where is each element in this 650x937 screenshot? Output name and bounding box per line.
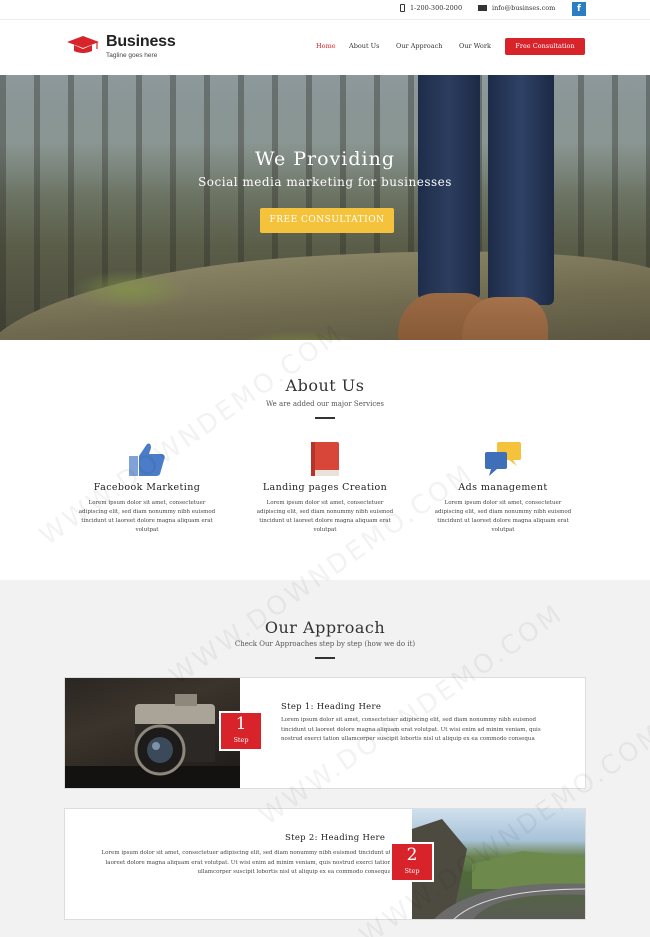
step-description: Lorem ipsum dolor sit amet, consectetuer… — [281, 717, 541, 742]
feature-ads-management: Ads management Lorem ipsum dolor sit ame… — [418, 440, 588, 535]
about-section: About Us We are added our major Services… — [0, 340, 650, 580]
chat-bubbles-icon — [485, 442, 521, 476]
email-contact[interactable]: info@businses.com — [478, 4, 555, 12]
site-header: Business Tagline goes here Home About Us… — [0, 19, 650, 75]
step-description: Lorem ipsum dolor sit amet, consectetuer… — [101, 850, 391, 875]
nav-our-approach[interactable]: Our Approach — [396, 42, 442, 50]
approach-subtitle: Check Our Approaches step by step (how w… — [234, 640, 416, 648]
top-contact-bar: 1-200-300-2000 info@businses.com f — [0, 0, 650, 19]
step-title: Step 2: Heading Here — [285, 833, 386, 843]
feature-title: Ads management — [458, 482, 548, 493]
phone-number: 1-200-300-2000 — [410, 4, 463, 12]
nav-our-work[interactable]: Our Work — [459, 42, 491, 50]
step-card-2: Step 2: Heading Here Lorem ipsum dolor s… — [64, 808, 586, 920]
hero-consultation-button[interactable]: FREE CONSULTATION — [260, 208, 394, 233]
feature-title: Landing pages Creation — [262, 482, 388, 493]
step-label: Step — [404, 867, 420, 875]
about-title: About Us — [285, 376, 365, 395]
thumbs-up-icon — [129, 443, 165, 476]
step-title: Step 1: Heading Here — [281, 702, 382, 712]
step-1-badge: 1 Step — [219, 711, 263, 751]
approach-section: Our Approach Check Our Approaches step b… — [0, 580, 650, 937]
envelope-icon — [478, 5, 487, 11]
step-label: Step — [233, 736, 249, 744]
feature-description: Lorem ipsum dolor sit amet, consectetuer… — [434, 500, 572, 533]
nav-home[interactable]: Home — [316, 42, 336, 50]
feature-landing-pages: Landing pages Creation Lorem ipsum dolor… — [240, 440, 410, 535]
feature-facebook-marketing: Facebook Marketing Lorem ipsum dolor sit… — [62, 440, 232, 535]
about-divider — [315, 417, 335, 419]
step-card-1: 1 Step Step 1: Heading Here Lorem ipsum … — [64, 677, 586, 789]
email-address: info@businses.com — [492, 4, 556, 12]
phone-icon — [400, 4, 405, 12]
approach-title: Our Approach — [264, 618, 386, 637]
logo-name: Business — [106, 33, 176, 50]
approach-divider — [315, 657, 335, 659]
free-consultation-button[interactable]: Free Consultation — [505, 38, 585, 55]
nav-about-us[interactable]: About Us — [349, 42, 379, 50]
step-2-badge: 2 Step — [390, 842, 434, 882]
step-number: 1 — [235, 714, 247, 734]
feature-title: Facebook Marketing — [93, 482, 201, 493]
book-icon — [311, 442, 339, 476]
feature-description: Lorem ipsum dolor sit amet, consectetuer… — [256, 500, 394, 533]
phone-contact[interactable]: 1-200-300-2000 — [400, 4, 462, 12]
logo-tagline: Tagline goes here — [106, 52, 158, 59]
camera-image — [65, 678, 240, 788]
about-subtitle: We are added our major Services — [265, 400, 385, 408]
facebook-icon[interactable]: f — [572, 2, 586, 16]
logo[interactable]: Business Tagline goes here — [66, 34, 176, 59]
feature-description: Lorem ipsum dolor sit amet, consectetuer… — [78, 500, 216, 533]
step-number: 2 — [406, 845, 418, 865]
graduation-cap-icon — [67, 36, 99, 53]
mountain-road-image — [412, 809, 585, 919]
hero-subtitle: Social media marketing for businesses — [198, 175, 452, 189]
hero-title: We Providing — [254, 148, 396, 170]
